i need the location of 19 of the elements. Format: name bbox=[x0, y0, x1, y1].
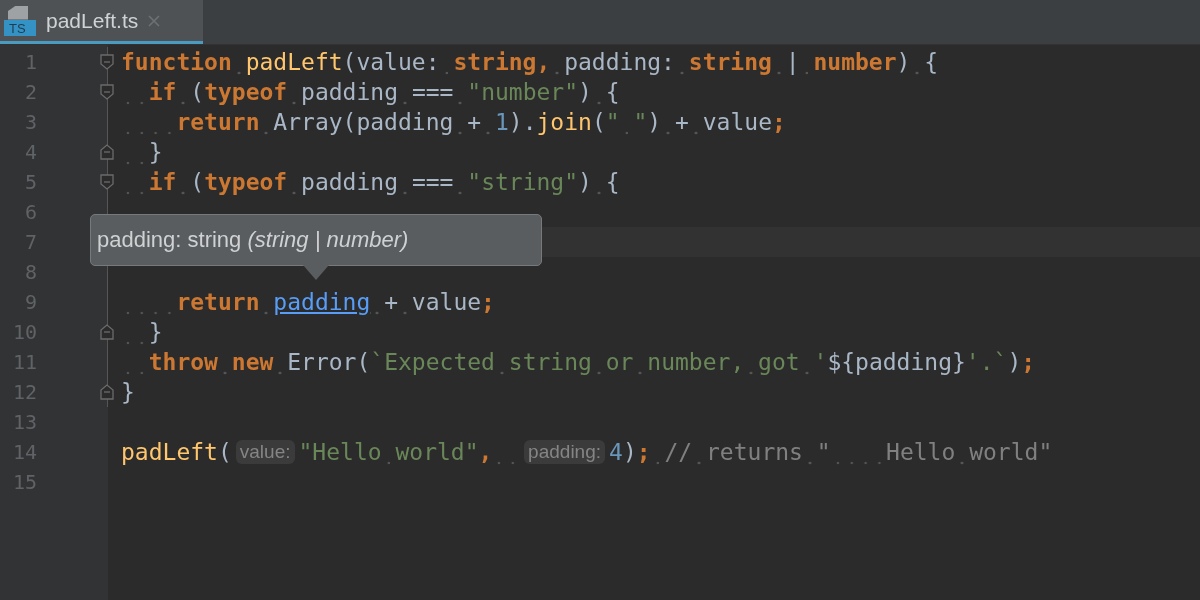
editor-tab[interactable]: TS padLeft.ts bbox=[0, 0, 203, 44]
typescript-file-icon: TS bbox=[4, 5, 36, 36]
fold-collapse-icon[interactable] bbox=[100, 54, 114, 70]
code-line: } bbox=[121, 379, 135, 405]
close-icon[interactable] bbox=[148, 14, 161, 27]
code-line: throw new Error(`Expected string or number, got '${padding}'.`); bbox=[121, 349, 1036, 375]
tooltip-text: padding: string (string | number) bbox=[97, 227, 409, 253]
fold-collapse-icon[interactable] bbox=[100, 174, 114, 190]
fold-end-icon[interactable] bbox=[100, 144, 114, 160]
fold-end-icon[interactable] bbox=[100, 384, 114, 400]
fold-end-icon[interactable] bbox=[100, 324, 114, 340]
code-line: return Array(padding + 1).join(" ") + value; bbox=[121, 109, 786, 135]
code-line: if (typeof padding === "string") { bbox=[121, 169, 620, 195]
symbol-link[interactable]: padding bbox=[273, 289, 371, 315]
code-line: padLeft( value: "Hello world", padding: 4); // returns " Hello world" bbox=[121, 439, 1053, 465]
code-line: if (typeof padding === "number") { bbox=[121, 79, 620, 105]
code-line: return padding + value; bbox=[121, 289, 495, 315]
fold-collapse-icon[interactable] bbox=[100, 84, 114, 100]
code-line: function padLeft(value: string, padding: string | number) { bbox=[121, 49, 939, 75]
